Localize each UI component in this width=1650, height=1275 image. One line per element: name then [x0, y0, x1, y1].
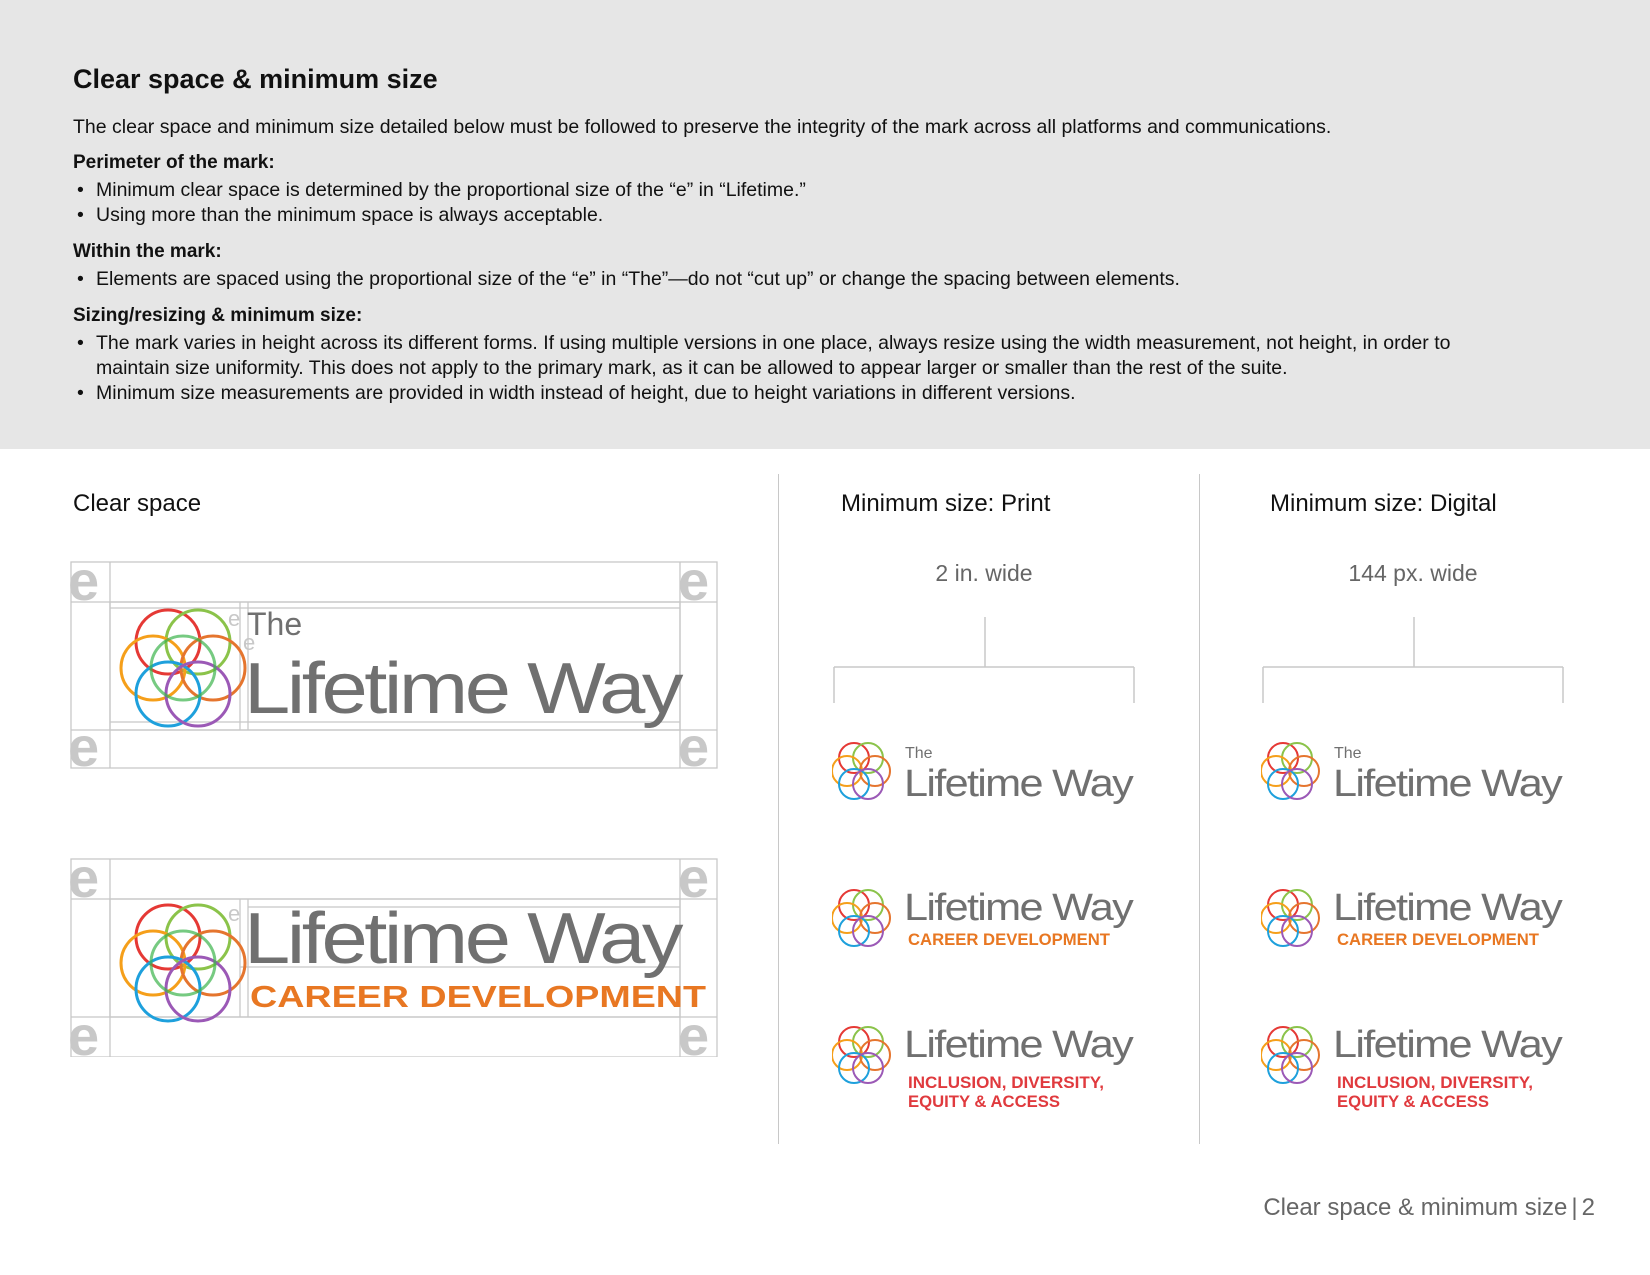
page-number: 2 — [1581, 1194, 1595, 1221]
logo-primary-digital: The Lifetime Way — [1261, 742, 1564, 805]
logo-ide-print: Lifetime Way INCLUSION, DIVERSITY, EQUIT… — [832, 1024, 1135, 1111]
print-title: Minimum size: Print — [841, 490, 1051, 517]
logo-career-print: Lifetime Way CAREER DEVELOPMENT — [832, 887, 1135, 949]
logo-name: Lifetime Way — [904, 887, 1134, 929]
digital-title: Minimum size: Digital — [1270, 490, 1497, 517]
page-footer: Clear space & minimum size | 2 — [1263, 1194, 1595, 1222]
e-marker: e — [70, 715, 99, 772]
column-divider — [778, 474, 779, 1144]
logo-the: The — [247, 606, 302, 642]
logo-name: Lifetime Way — [904, 1024, 1134, 1066]
logo-the: The — [905, 745, 933, 762]
flower-icon — [1261, 742, 1320, 800]
flower-icon — [832, 889, 891, 947]
clear-space-title: Clear space — [73, 490, 202, 517]
section-sizing: Sizing/resizing & minimum size: The mark… — [73, 305, 1593, 406]
inner-e-markers: e — [228, 901, 240, 926]
logo-career-digital: Lifetime Way CAREER DEVELOPMENT — [1261, 887, 1564, 949]
flower-icon — [1261, 1026, 1320, 1084]
list-item: Elements are spaced using the proportion… — [73, 267, 1593, 292]
intro-text: The clear space and minimum size detaile… — [73, 116, 1332, 138]
logo-career: CAREER DEVELOPMENT — [1337, 931, 1539, 949]
logo-career: CAREER DEVELOPMENT — [250, 979, 706, 1014]
e-marker: e — [70, 560, 99, 612]
list-item: Using more than the minimum space is alw… — [73, 203, 1593, 228]
e-marker: e — [70, 1004, 99, 1057]
list-item: Minimum size measurements are provided i… — [73, 381, 1513, 406]
logo-name: Lifetime Way — [244, 649, 683, 729]
flower-icon — [832, 742, 891, 800]
digital-width-bracket — [1262, 617, 1564, 703]
footer-label: Clear space & minimum size — [1263, 1194, 1568, 1221]
print-width-label: 2 in. wide — [935, 560, 1033, 586]
logo-career: CAREER DEVELOPMENT — [908, 931, 1110, 949]
section-perimeter: Perimeter of the mark: Minimum clear spa… — [73, 152, 1593, 228]
logo-name: Lifetime Way — [1333, 1024, 1563, 1066]
page-title: Clear space & minimum size — [73, 64, 438, 94]
logo-name: Lifetime Way — [1333, 887, 1563, 929]
list-item: The mark varies in height across its dif… — [73, 331, 1513, 381]
logo-ide-line1: INCLUSION, DIVERSITY, — [908, 1074, 1104, 1092]
logo-primary-print: The Lifetime Way — [832, 742, 1135, 805]
e-marker: e — [228, 901, 240, 926]
logo-ide-line2: EQUITY & ACCESS — [1337, 1093, 1489, 1111]
logo-the: The — [1334, 745, 1362, 762]
flower-icon — [119, 903, 247, 1023]
e-marker: e — [678, 857, 709, 909]
column-divider — [1199, 474, 1200, 1144]
logo-name: Lifetime Way — [244, 899, 683, 979]
clear-space-diagram-primary: e e e e e e The Lifetime Way — [70, 560, 718, 772]
flower-icon — [832, 1026, 891, 1084]
list-item: Minimum clear space is determined by the… — [73, 178, 1593, 203]
section-heading: Sizing/resizing & minimum size: — [73, 305, 363, 326]
section-heading: Within the mark: — [73, 241, 222, 262]
footer-separator: | — [1571, 1194, 1578, 1221]
logo-ide-digital: Lifetime Way INCLUSION, DIVERSITY, EQUIT… — [1261, 1024, 1564, 1111]
logo-ide-line1: INCLUSION, DIVERSITY, — [1337, 1074, 1533, 1092]
section-within: Within the mark: Elements are spaced usi… — [73, 241, 1593, 292]
e-marker: e — [228, 606, 240, 631]
print-width-bracket — [833, 617, 1135, 703]
flower-icon — [1261, 889, 1320, 947]
e-marker: e — [678, 715, 709, 772]
clear-space-diagram-career: e e e e e Lifetime Way CAREER DEVELOPMEN… — [70, 857, 718, 1057]
e-marker: e — [678, 560, 709, 612]
e-marker: e — [70, 857, 99, 909]
logo-name: Lifetime Way — [904, 763, 1134, 805]
digital-width-label: 144 px. wide — [1348, 560, 1478, 586]
flower-icon — [119, 608, 247, 728]
logo-name: Lifetime Way — [1333, 763, 1563, 805]
logo-ide-line2: EQUITY & ACCESS — [908, 1093, 1060, 1111]
section-heading: Perimeter of the mark: — [73, 152, 275, 173]
